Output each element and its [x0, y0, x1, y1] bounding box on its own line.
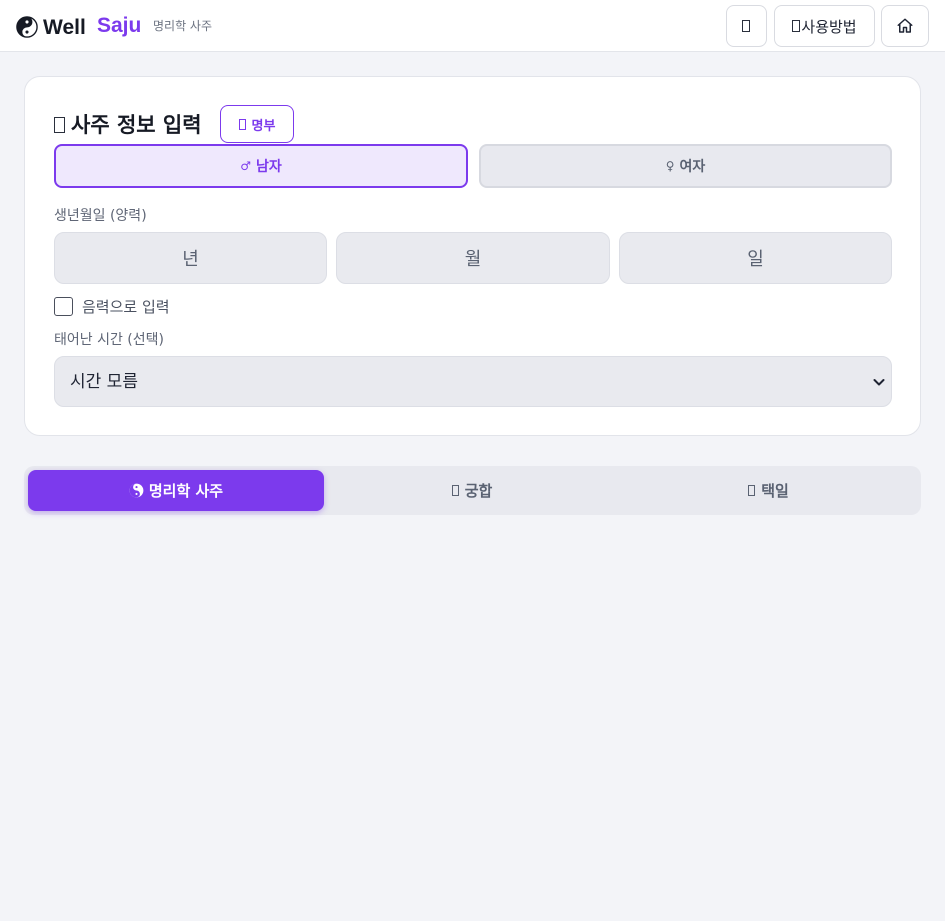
birth-year-input[interactable]: 년 — [54, 232, 327, 284]
birth-time-select[interactable]: 시간 모름 — [54, 356, 892, 407]
calendar-icon — [748, 485, 756, 496]
yin-yang-icon — [16, 16, 38, 38]
guide-button-label: 사용방법 — [801, 17, 857, 36]
theme-toggle-icon — [742, 20, 750, 32]
myeongbu-button[interactable]: 명부 — [220, 105, 294, 143]
birth-month-input[interactable]: 월 — [336, 232, 610, 284]
brand-name: Well — [43, 16, 86, 39]
card-title-text: 사주 정보 입력 — [71, 113, 202, 137]
chevron-down-icon — [873, 379, 885, 386]
lunar-checkbox-label[interactable]: 음력으로 입력 — [82, 297, 170, 317]
yin-yang-icon — [129, 483, 144, 498]
birth-date-label: 생년월일 (양력) — [54, 208, 147, 224]
tab-saju-label: 명리학 사주 — [148, 482, 224, 500]
card-title: 사주 정보 입력 — [54, 111, 202, 139]
birth-day-input[interactable]: 일 — [619, 232, 892, 284]
couple-icon — [451, 485, 459, 496]
book-icon — [792, 20, 801, 32]
male-icon: ♂ — [240, 159, 251, 173]
home-button[interactable] — [881, 5, 929, 47]
month-placeholder: 월 — [464, 249, 482, 270]
guide-button[interactable]: 사용방법 — [774, 5, 875, 47]
mode-tabs: 명리학 사주 궁합 택일 — [24, 466, 921, 515]
lunar-checkbox[interactable] — [54, 297, 73, 316]
gender-female-label: 여자 — [679, 159, 706, 175]
gender-female-button[interactable]: ♀ 여자 — [479, 144, 892, 188]
tab-taegil[interactable]: 택일 — [620, 470, 917, 511]
tab-taegil-label: 택일 — [761, 482, 789, 500]
app-header: Well Saju 명리학 사주 사용방법 — [0, 0, 945, 52]
saju-input-card: 사주 정보 입력 명부 ♂ 남자 ♀ 여자 생년월일 (양력) 년 월 일 음력… — [24, 76, 921, 436]
day-placeholder: 일 — [747, 249, 764, 270]
tab-saju[interactable]: 명리학 사주 — [28, 470, 324, 511]
gender-male-button[interactable]: ♂ 남자 — [54, 144, 468, 188]
gender-male-label: 남자 — [256, 159, 282, 175]
title-icon — [54, 117, 65, 133]
myeongbu-label: 명부 — [251, 118, 276, 134]
year-placeholder: 년 — [182, 249, 199, 270]
tab-gunghap[interactable]: 궁합 — [324, 470, 620, 511]
tab-gunghap-label: 궁합 — [464, 482, 493, 500]
birth-time-value: 시간 모름 — [70, 372, 138, 392]
brand-name-accent: Saju — [97, 14, 142, 37]
brand-subtitle: 명리학 사주 — [153, 19, 213, 33]
list-icon — [238, 118, 246, 130]
theme-toggle-button[interactable] — [726, 5, 767, 47]
home-icon — [897, 18, 913, 33]
female-icon: ♀ — [665, 159, 675, 173]
birth-time-label: 태어난 시간 (선택) — [54, 332, 164, 348]
